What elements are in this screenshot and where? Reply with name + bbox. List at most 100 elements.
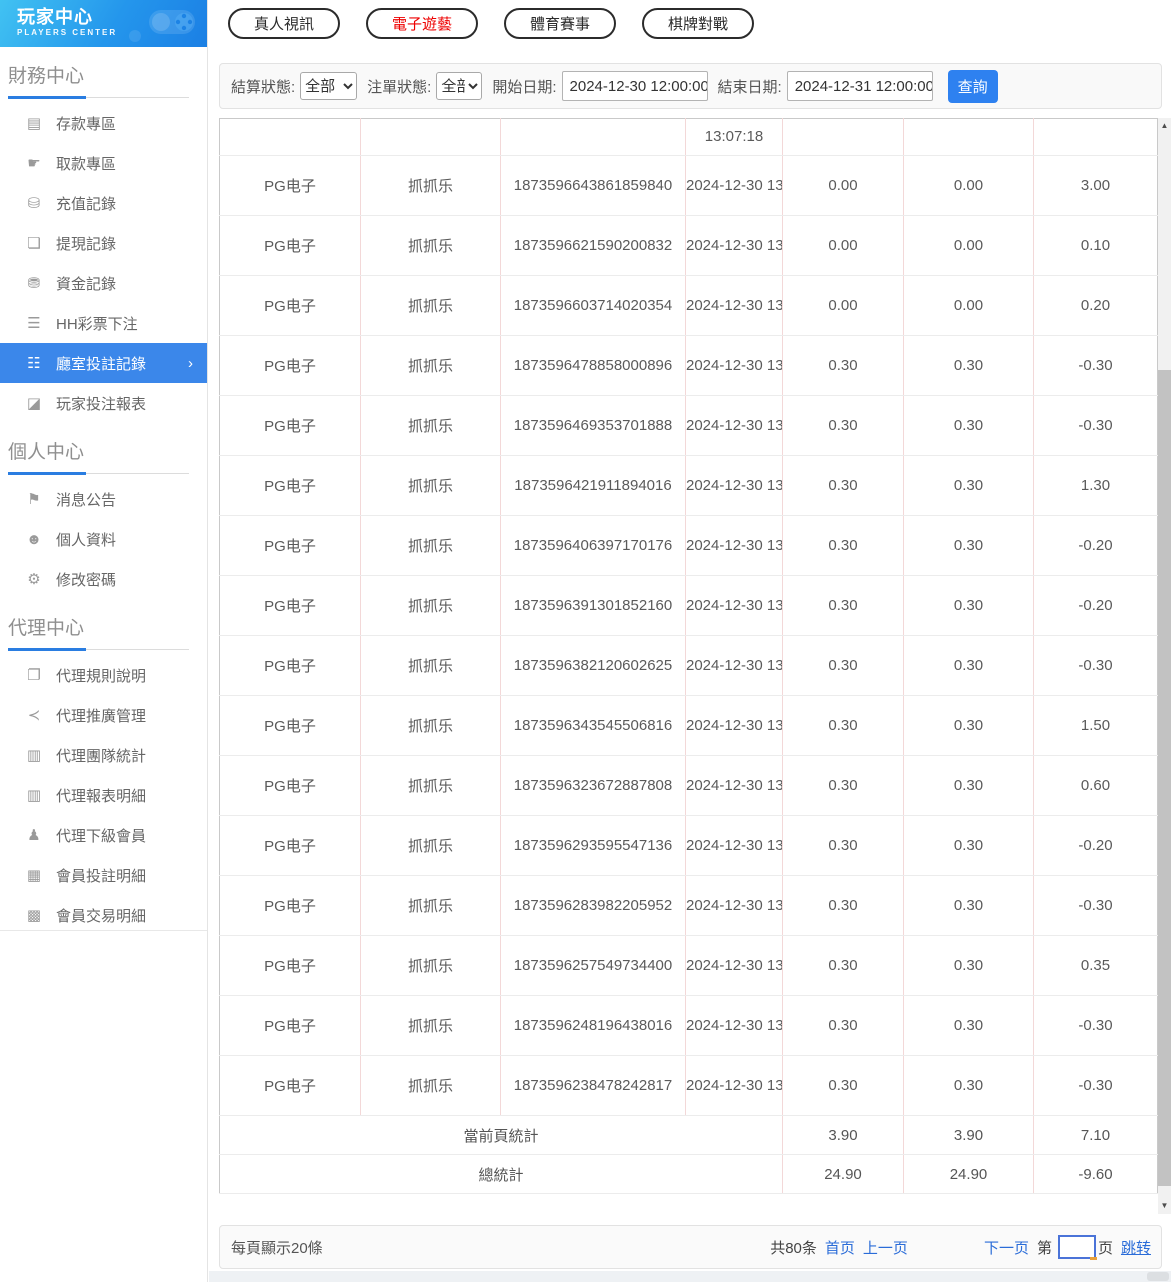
sidebar-section: 代理中心 ❐ 代理規則說明 › ≺ 代理推廣管理 › ▥ 代理團隊統計 › ▥ … — [0, 613, 207, 935]
section-title: 代理中心 — [8, 613, 207, 640]
sidebar-section: 個人中心 ⚑ 消息公告 › ☻ 個人資料 › ⚙ 修改密碼 › — [0, 437, 207, 599]
end-date-input[interactable] — [787, 71, 933, 101]
sidebar-item-team-stats[interactable]: ▥ 代理團隊統計 › — [0, 735, 207, 775]
sidebar-item-label: 存款專區 — [56, 113, 116, 134]
tab-label: 電子遊藝 — [392, 13, 452, 34]
section-title: 財務中心 — [8, 61, 207, 88]
table-row: PG电子 抓抓乐 1873596283982205952 2024-12-30 … — [220, 876, 1158, 936]
game-cell: 抓抓乐 — [361, 936, 501, 996]
sidebar-item-label: 代理推廣管理 — [56, 705, 146, 726]
time-cell: 2024-12-30 13:06:54 — [686, 276, 783, 336]
sidebar-item-banknote[interactable]: ⛃ 資金記錄 › — [0, 263, 207, 303]
amount-cell-3: -0.20 — [1034, 576, 1158, 636]
sidebar-item-members[interactable]: ♟ 代理下級會員 › — [0, 815, 207, 855]
settle-status-select[interactable]: 全部 — [300, 72, 357, 100]
per-page-label: 每頁顯示20條 — [231, 1237, 323, 1258]
game-cell: 抓抓乐 — [361, 336, 501, 396]
table-row: PG电子 抓抓乐 1873596248196438016 2024-12-30 … — [220, 996, 1158, 1056]
order-status-select[interactable]: 全部 — [436, 72, 482, 100]
jump-button[interactable]: 跳转 — [1121, 1237, 1151, 1258]
table-row: PG电子 抓抓乐 1873596603714020354 2024-12-30 … — [220, 276, 1158, 336]
scrollbar-thumb[interactable] — [1158, 370, 1171, 1186]
platform-cell: PG电子 — [220, 816, 361, 876]
sidebar-item-gear[interactable]: ⚙ 修改密碼 › — [0, 559, 207, 599]
sidebar-item-lottery-list[interactable]: ☰ HH彩票下注 › — [0, 303, 207, 343]
sidebar-item-player-bet-report[interactable]: ◪ 玩家投注報表 › — [0, 383, 207, 423]
chevron-right-icon: › — [188, 355, 193, 372]
sidebar-item-wallet[interactable]: ❏ 提現記錄 › — [0, 223, 207, 263]
sidebar-item-report-detail[interactable]: ▥ 代理報表明細 › — [0, 775, 207, 815]
bottom-strip — [209, 1271, 1171, 1282]
game-cell: 抓抓乐 — [361, 876, 501, 936]
category-tab[interactable]: 體育賽事 — [504, 8, 616, 39]
summary-row: 當前頁統計 3.90 3.90 7.10 — [220, 1116, 1158, 1155]
table-scrollbar[interactable]: ▲ ▼ — [1158, 118, 1171, 1214]
sidebar-item-document[interactable]: ❐ 代理規則說明 › — [0, 655, 207, 695]
start-date-input[interactable] — [562, 71, 708, 101]
section-title: 個人中心 — [8, 437, 207, 464]
sidebar-item-member-transactions[interactable]: ▩ 會員交易明細 › — [0, 895, 207, 935]
sidebar-item-withdraw-hand[interactable]: ☛ 取款專區 › — [0, 143, 207, 183]
sidebar-section: 財務中心 ▤ 存款專區 › ☛ 取款專區 › ⛁ 充值記錄 › ❏ 提現記錄 ›… — [0, 61, 207, 423]
amount-cell-1: 0.00 — [783, 276, 904, 336]
category-tab[interactable]: 電子遊藝 — [366, 8, 478, 39]
summary-amount-1: 24.90 — [783, 1155, 904, 1194]
amount-cell-3: 0.35 — [1034, 936, 1158, 996]
table-row: PG电子 抓抓乐 1873596643861859840 2024-12-30 … — [220, 156, 1158, 216]
jump-label-after: 页 — [1098, 1237, 1113, 1258]
summary-amount-3: -9.60 — [1034, 1155, 1158, 1194]
order-number-cell: 1873596643861859840 — [501, 156, 686, 216]
amount-cell-2: 0.30 — [904, 516, 1034, 576]
amount-cell-1: 0.30 — [783, 636, 904, 696]
amount-cell-1: 0.00 — [783, 216, 904, 276]
sidebar-item-room-bet-record[interactable]: ☷ 廳室投註記錄 › — [0, 343, 207, 383]
search-button[interactable]: 查詢 — [948, 70, 998, 103]
prev-page-link[interactable]: 上一页 — [863, 1237, 908, 1258]
deposit-card-icon: ▤ — [25, 114, 43, 132]
platform-cell: PG电子 — [220, 336, 361, 396]
next-page-link[interactable]: 下一页 — [984, 1237, 1029, 1258]
platform-cell: PG电子 — [220, 156, 361, 216]
game-cell: 抓抓乐 — [361, 636, 501, 696]
table-row: PG电子 抓抓乐 1873596257549734400 2024-12-30 … — [220, 936, 1158, 996]
amount-cell-1: 0.30 — [783, 996, 904, 1056]
amount-cell-3: -0.30 — [1034, 996, 1158, 1056]
scroll-down-arrow-icon[interactable]: ▼ — [1158, 1198, 1171, 1214]
sidebar-item-user[interactable]: ☻ 個人資料 › — [0, 519, 207, 559]
amount-cell-2: 0.30 — [904, 636, 1034, 696]
order-number-cell: 1873596391301852160 — [501, 576, 686, 636]
game-cell: 抓抓乐 — [361, 516, 501, 576]
category-tab[interactable]: 真人視訊 — [228, 8, 340, 39]
sidebar-item-moneybag[interactable]: ⛁ 充值記錄 › — [0, 183, 207, 223]
amount-cell-3: 1.30 — [1034, 456, 1158, 516]
sidebar-header: 玩家中心 PLAYERS CENTER — [0, 0, 207, 47]
time-cell: 2024-12-30 13:07:04 — [686, 156, 783, 216]
summary-label: 總統計 — [220, 1155, 783, 1194]
order-status-label: 注單狀態: — [367, 76, 431, 97]
category-tab[interactable]: 棋牌對戰 — [642, 8, 754, 39]
total-count-label: 共80条 — [770, 1237, 817, 1258]
order-number-cell: 1873596238478242817 — [501, 1056, 686, 1116]
amount-cell-1: 0.30 — [783, 576, 904, 636]
summary-amount-2: 3.90 — [904, 1116, 1034, 1155]
time-cell: 2024-12-30 13:06:07 — [686, 516, 783, 576]
amount-cell-3: -0.30 — [1034, 1056, 1158, 1116]
sidebar-item-share[interactable]: ≺ 代理推廣管理 › — [0, 695, 207, 735]
amount-cell-1: 0.30 — [783, 396, 904, 456]
amount-cell-2: 0.00 — [904, 216, 1034, 276]
table-row: PG电子 抓抓乐 1873596293595547136 2024-12-30 … — [220, 816, 1158, 876]
amount-cell-1: 0.30 — [783, 876, 904, 936]
scroll-up-arrow-icon[interactable]: ▲ — [1158, 118, 1171, 134]
sidebar-item-bell[interactable]: ⚑ 消息公告 › — [0, 479, 207, 519]
time-cell: 2024-12-30 13:05:52 — [686, 696, 783, 756]
amount-cell-2: 0.30 — [904, 936, 1034, 996]
sidebar-item-member-bets[interactable]: ▦ 會員投註明細 › — [0, 855, 207, 895]
sidebar-item-deposit-card[interactable]: ▤ 存款專區 › — [0, 103, 207, 143]
page-jump-input[interactable] — [1058, 1235, 1096, 1259]
table-row: PG电子 抓抓乐 1873596421911894016 2024-12-30 … — [220, 456, 1158, 516]
bottom-scrollbar-corner[interactable] — [1147, 1272, 1169, 1281]
platform-cell: PG电子 — [220, 756, 361, 816]
time-cell: 2024-12-30 13:06:11 — [686, 456, 783, 516]
order-number-cell: 1873596257549734400 — [501, 936, 686, 996]
first-page-link[interactable]: 首页 — [825, 1237, 855, 1258]
